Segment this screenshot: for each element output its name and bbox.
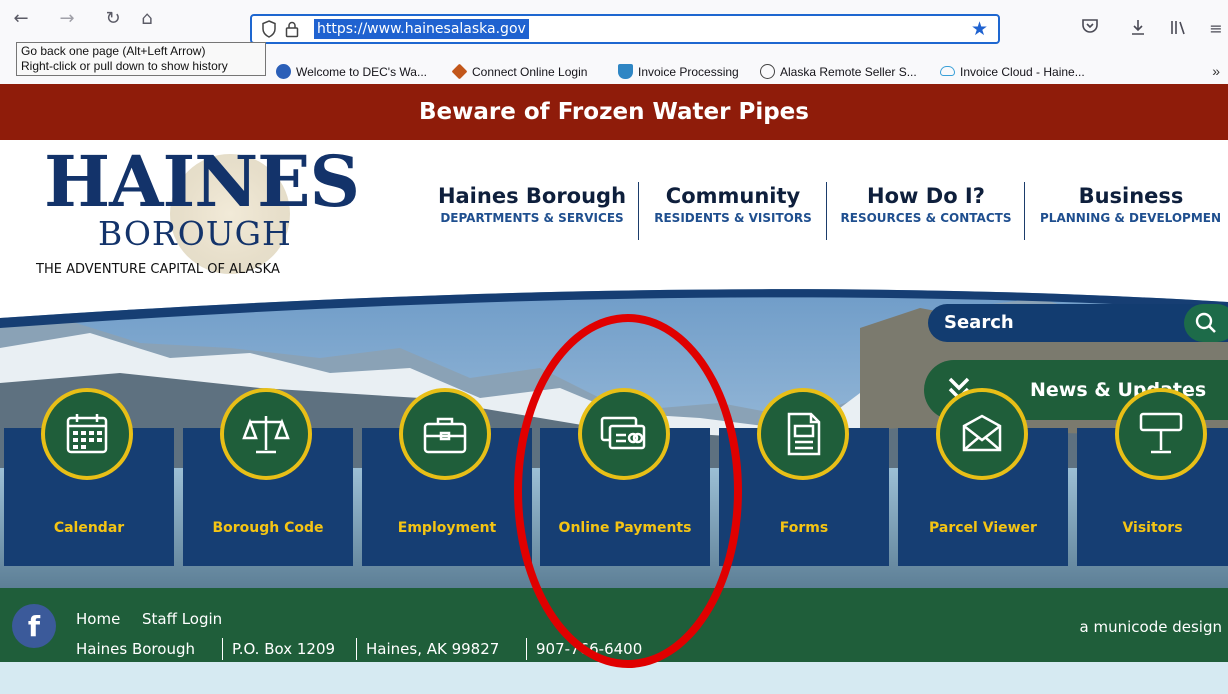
menu-haines-borough[interactable]: Haines Borough DEPARTMENTS & SERVICES — [434, 182, 630, 240]
back-arrow-icon[interactable]: ← — [8, 6, 34, 32]
bookmark-invoice-cloud[interactable]: Invoice Cloud - Haine... — [940, 64, 1085, 80]
menu-title[interactable]: Community — [648, 182, 818, 210]
site-header: HAINES BOROUGH THE ADVENTURE CAPITAL OF … — [0, 140, 1228, 288]
bookmark-label: Connect Online Login — [472, 65, 588, 79]
site-footer: f Home Staff Login Haines Borough P.O. B… — [0, 588, 1228, 662]
tile-label[interactable]: Visitors — [1077, 520, 1228, 536]
search-label[interactable]: Search — [944, 304, 1014, 342]
search-button[interactable] — [1184, 304, 1228, 342]
tile-label[interactable]: Forms — [719, 520, 889, 536]
search-bar[interactable]: Search — [928, 304, 1228, 342]
footer-separator — [356, 638, 357, 660]
menu-subtitle[interactable]: RESIDENTS & VISITORS — [648, 210, 818, 226]
tooltip-line-2: Right-click or pull down to show history — [21, 59, 228, 73]
tile-label[interactable]: Borough Code — [183, 520, 353, 536]
lock-icon[interactable] — [284, 20, 300, 38]
visitors-circle[interactable] — [1115, 388, 1207, 480]
footer-po-box: P.O. Box 1209 — [232, 640, 336, 658]
menu-business[interactable]: Business PLANNING & DEVELOPMEN — [1034, 182, 1228, 240]
tooltip-line-1: Go back one page (Alt+Left Arrow) — [21, 44, 206, 58]
tile-label[interactable]: Online Payments — [540, 520, 710, 536]
tile-label[interactable]: Parcel Viewer — [898, 520, 1068, 536]
bottom-strip — [0, 662, 1228, 694]
menu-divider — [638, 182, 639, 240]
bookmark-invoice-processing[interactable]: Invoice Processing — [618, 64, 739, 80]
menu-subtitle[interactable]: PLANNING & DEVELOPMEN — [1034, 210, 1228, 226]
shield-icon[interactable] — [261, 20, 277, 38]
menu-subtitle[interactable]: DEPARTMENTS & SERVICES — [434, 210, 630, 226]
bookmark-star-icon[interactable]: ★ — [971, 18, 988, 40]
footer-separator — [526, 638, 527, 660]
url-text[interactable]: https://www.hainesalaska.gov — [314, 19, 529, 39]
back-button-tooltip: Go back one page (Alt+Left Arrow) Right-… — [16, 42, 266, 76]
sign-icon[interactable] — [1137, 410, 1185, 458]
library-icon[interactable] — [1166, 18, 1190, 40]
bookmark-connect-online[interactable]: Connect Online Login — [451, 63, 588, 80]
scales-icon[interactable] — [242, 410, 290, 458]
search-icon[interactable] — [1194, 311, 1218, 335]
menu-title[interactable]: Haines Borough — [434, 182, 630, 210]
home-icon[interactable]: ⌂ — [134, 6, 160, 32]
tile-label[interactable]: Employment — [362, 520, 532, 536]
logo-tagline: THE ADVENTURE CAPITAL OF ALASKA — [36, 262, 280, 277]
menu-community[interactable]: Community RESIDENTS & VISITORS — [648, 182, 818, 240]
employment-circle[interactable] — [399, 388, 491, 480]
hamburger-menu-icon[interactable]: ≡ — [1204, 18, 1228, 40]
logo-haines[interactable]: HAINES — [44, 142, 360, 222]
diamond-icon — [451, 63, 468, 80]
cloud-icon — [940, 66, 955, 76]
map-icon[interactable] — [958, 410, 1006, 458]
globe-outline-icon — [760, 64, 775, 79]
footer-home-link[interactable]: Home — [76, 610, 120, 628]
credit-card-icon[interactable] — [600, 410, 648, 458]
alert-text[interactable]: Beware of Frozen Water Pipes — [419, 99, 809, 125]
parcel-viewer-circle[interactable] — [936, 388, 1028, 480]
menu-title[interactable]: Business — [1034, 182, 1228, 210]
online-payments-circle[interactable] — [578, 388, 670, 480]
facebook-icon[interactable]: f — [12, 604, 56, 648]
menu-title[interactable]: How Do I? — [836, 182, 1016, 210]
menu-divider — [826, 182, 827, 240]
bookmark-label: Invoice Processing — [638, 65, 739, 79]
globe-icon — [276, 64, 291, 79]
forms-circle[interactable] — [757, 388, 849, 480]
briefcase-icon[interactable] — [421, 410, 469, 458]
calendar-circle[interactable] — [41, 388, 133, 480]
borough-code-circle[interactable] — [220, 388, 312, 480]
tile-label[interactable]: Calendar — [4, 520, 174, 536]
document-icon[interactable] — [779, 410, 827, 458]
bookmark-label: Welcome to DEC's Wa... — [296, 65, 427, 79]
hero-section: Search News & Updates Calendar Borough C… — [0, 288, 1228, 588]
bookmark-alaska-remote-seller[interactable]: Alaska Remote Seller S... — [760, 64, 917, 80]
alert-banner[interactable]: Beware of Frozen Water Pipes — [0, 84, 1228, 140]
bookmark-dec[interactable]: Welcome to DEC's Wa... — [276, 64, 427, 80]
logo-borough[interactable]: BOROUGH — [98, 214, 292, 254]
more-bookmarks-icon[interactable]: » — [1212, 63, 1220, 79]
footer-staff-login-link[interactable]: Staff Login — [142, 610, 222, 628]
bookmark-label: Invoice Cloud - Haine... — [960, 65, 1085, 79]
footer-separator — [222, 638, 223, 660]
menu-how-do-i[interactable]: How Do I? RESOURCES & CONTACTS — [836, 182, 1016, 240]
reload-icon[interactable]: ↻ — [100, 6, 126, 32]
pocket-icon[interactable] — [1078, 18, 1102, 40]
calendar-icon[interactable] — [63, 410, 111, 458]
cup-icon — [618, 64, 633, 79]
forward-arrow-icon[interactable]: → — [54, 6, 80, 32]
bookmark-label: Alaska Remote Seller S... — [780, 65, 917, 79]
footer-phone[interactable]: 907-766-6400 — [536, 640, 642, 658]
footer-city: Haines, AK 99827 — [366, 640, 500, 658]
download-icon[interactable] — [1126, 18, 1150, 40]
menu-divider — [1024, 182, 1025, 240]
municode-credit[interactable]: a municode design — [1080, 618, 1222, 636]
footer-org: Haines Borough — [76, 640, 195, 658]
menu-subtitle[interactable]: RESOURCES & CONTACTS — [836, 210, 1016, 226]
address-bar[interactable]: https://www.hainesalaska.gov ★ — [250, 14, 1000, 44]
